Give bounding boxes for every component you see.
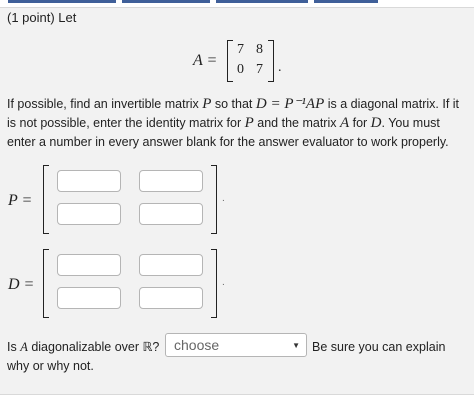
math-p: P [244, 115, 254, 131]
period: . [278, 60, 282, 75]
math-a: A [339, 115, 350, 131]
top-tabs [0, 0, 474, 4]
d-answer-input[interactable] [139, 287, 203, 309]
tab-2[interactable] [122, 0, 210, 3]
matrix-a-cell: 7 [237, 42, 244, 57]
left-bracket [227, 40, 233, 82]
math-equation: D = P⁻¹AP [255, 96, 325, 112]
p-answer-input[interactable] [139, 203, 203, 225]
p-right-bracket [211, 165, 217, 234]
select-value: choose [174, 337, 220, 353]
matrix-a-label: A = [193, 52, 218, 69]
text: and the matrix [253, 116, 340, 130]
p-answer-input[interactable] [57, 203, 121, 225]
real-numbers-symbol: ℝ [142, 340, 153, 354]
text: diagonalizable over [27, 340, 143, 354]
matrix-a-cell: 0 [237, 62, 244, 77]
diagonalizable-select[interactable]: choose ▼ [165, 333, 307, 357]
text: If possible, find an invertible matrix [7, 97, 203, 111]
d-answer-input[interactable] [139, 254, 203, 276]
matrix-d-label: D = [8, 276, 35, 293]
p-answer-input[interactable] [139, 170, 203, 192]
explain-text-2: why or why not. [7, 359, 94, 373]
math-d: D [370, 115, 382, 131]
p-left-bracket [43, 165, 49, 234]
d-right-bracket [211, 249, 217, 318]
dropdown-arrow-icon: ▼ [292, 341, 300, 350]
text: Is [7, 340, 21, 354]
matrix-a-cell: 7 [256, 62, 263, 77]
problem-header: (1 point) Let [7, 10, 77, 25]
right-bracket [268, 40, 274, 82]
matrix-a-cell: 8 [256, 42, 263, 57]
text: ? [152, 340, 160, 354]
d-answer-input[interactable] [57, 254, 121, 276]
tab-1[interactable] [8, 0, 116, 3]
text: for [349, 116, 371, 130]
matrix-p-label: P = [8, 192, 33, 209]
tab-3[interactable] [216, 0, 308, 3]
d-period: . [222, 277, 225, 288]
instructions-text: If possible, find an invertible matrix P… [7, 95, 467, 152]
p-answer-input[interactable] [57, 170, 121, 192]
tab-4[interactable] [314, 0, 378, 3]
p-period: . [222, 193, 225, 204]
d-answer-input[interactable] [57, 287, 121, 309]
math-a: A [20, 340, 28, 354]
d-left-bracket [43, 249, 49, 318]
explain-text: Be sure you can explain [312, 340, 446, 354]
text: so that [211, 97, 256, 111]
